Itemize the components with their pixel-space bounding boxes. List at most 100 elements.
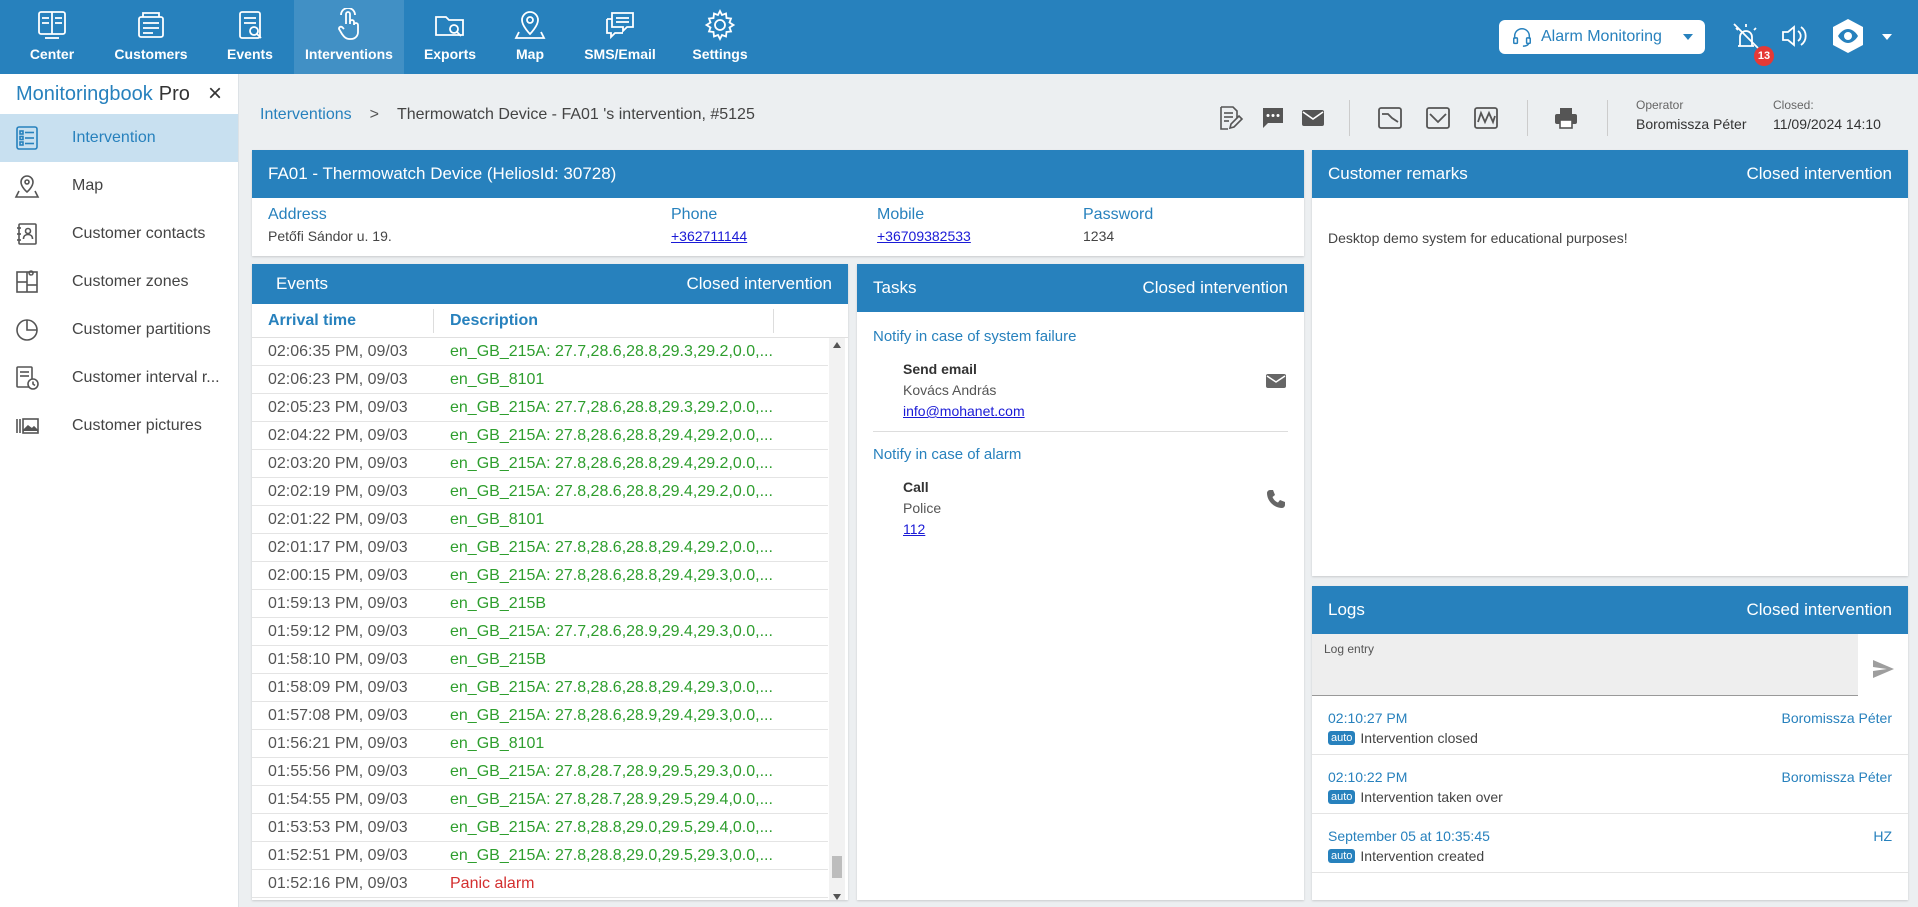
send-icon[interactable] [1870,656,1896,682]
nav-center[interactable]: Center [8,0,96,74]
phone-icon[interactable] [1264,487,1288,511]
table-row[interactable]: 01:59:13 PM, 09/03 en_GB_215B [252,590,828,618]
event-arrival-time: 01:56:21 PM, 09/03 [268,734,408,752]
log-time: 02:10:22 PM [1328,769,1408,785]
sidebar-item-label: Map [72,177,104,194]
device-panel: FA01 - Thermowatch Device (HeliosId: 307… [252,150,1304,256]
map-icon [514,11,546,39]
nav-interventions[interactable]: Interventions [294,0,404,74]
close-icon[interactable]: × [208,82,228,106]
nav-exports[interactable]: Exports [404,0,496,74]
event-description: en_GB_215A: 27.8,28.6,28.8,29.4,29.2,0.0… [450,538,773,556]
edit-note-icon[interactable] [1216,104,1244,132]
log-time: 02:10:27 PM [1328,710,1408,726]
nav-customers[interactable]: Customers [96,0,206,74]
scroll-thumb[interactable] [832,856,842,878]
log-entry-input[interactable]: Log entry [1312,634,1858,696]
closed-label: Closed: [1773,98,1814,112]
profile-logo-icon[interactable] [1828,16,1868,56]
table-row[interactable]: 02:01:17 PM, 09/03 en_GB_215A: 27.8,28.6,… [252,534,828,562]
table-row[interactable]: 01:57:08 PM, 09/03 en_GB_215A: 27.8,28.6,… [252,702,828,730]
sidebar-item-map[interactable]: Map [0,162,238,210]
event-description: en_GB_215A: 27.8,28.8,29.0,29.5,29.4,0.0… [450,818,773,836]
sidebar-item-label: Customer zones [72,273,189,290]
table-row[interactable]: 01:55:56 PM, 09/03 en_GB_215A: 27.8,28.7,… [252,758,828,786]
table-row[interactable]: 01:59:12 PM, 09/03 en_GB_215A: 27.7,28.6,… [252,618,828,646]
toolbar-divider [1527,100,1528,136]
col-arrival-time[interactable]: Arrival time [252,308,434,333]
table-row[interactable]: 02:03:20 PM, 09/03 en_GB_215A: 27.8,28.6,… [252,450,828,478]
scroll-down-icon[interactable] [833,894,841,900]
profile-chevron-icon[interactable] [1882,34,1892,40]
sidebar-item-customer-contacts[interactable]: Customer contacts [0,210,238,258]
events-status: Closed intervention [686,274,832,293]
table-row[interactable]: 01:54:55 PM, 09/03 en_GB_215A: 27.8,28.7,… [252,786,828,814]
event-arrival-time: 01:52:16 PM, 09/03 [268,874,408,892]
scroll-up-icon[interactable] [833,342,841,348]
breadcrumb-link-interventions[interactable]: Interventions [260,106,352,124]
interval-icon [16,366,39,390]
table-row[interactable]: 02:02:19 PM, 09/03 en_GB_215A: 27.8,28.6,… [252,478,828,506]
table-row[interactable]: 01:52:16 PM, 09/03 Panic alarm [252,870,828,898]
volume-icon[interactable] [1778,20,1810,52]
events-scrollbar[interactable] [829,338,845,900]
event-arrival-time: 01:58:10 PM, 09/03 [268,650,408,668]
sidebar-item-customer-partitions[interactable]: Customer partitions [0,306,238,354]
address-label: Address [268,206,327,223]
table-row[interactable]: 01:52:51 PM, 09/03 en_GB_215A: 27.8,28.8,… [252,842,828,870]
sidebar-item-customer-zones[interactable]: Customer zones [0,258,238,306]
tasks-title: Tasks [873,278,917,297]
contacts-icon [17,223,37,245]
nav-center-label: Center [29,46,75,62]
event-description: en_GB_8101 [450,370,545,388]
mail-icon[interactable] [1264,369,1288,393]
print-icon[interactable] [1552,104,1580,132]
chart-down-icon[interactable] [1376,104,1404,132]
auto-tag: auto [1328,849,1356,863]
address-field: Address Petőfi Sándor u. 19. [268,206,671,244]
mail-icon[interactable] [1299,104,1327,132]
log-entry-label: Log entry [1324,642,1375,656]
table-row[interactable]: 02:06:35 PM, 09/03 en_GB_215A: 27.7,28.6,… [252,338,828,366]
table-row[interactable]: 01:58:09 PM, 09/03 en_GB_215A: 27.8,28.6,… [252,674,828,702]
top-navbar: Center Customers Events Interventions Ex… [0,0,1918,74]
table-row[interactable]: 02:05:23 PM, 09/03 en_GB_215A: 27.7,28.6,… [252,394,828,422]
table-row[interactable]: 02:00:15 PM, 09/03 en_GB_215A: 27.8,28.6,… [252,562,828,590]
alarm-monitoring-select[interactable]: Alarm Monitoring [1499,20,1705,54]
chat-icon[interactable] [1259,104,1287,132]
remarks-status: Closed intervention [1746,164,1892,183]
col-description[interactable]: Description [434,308,774,333]
table-row[interactable]: 02:06:23 PM, 09/03 en_GB_8101 [252,366,828,394]
password-field: Password 1234 [1083,206,1153,244]
table-row[interactable]: 02:04:22 PM, 09/03 en_GB_215A: 27.8,28.6,… [252,422,828,450]
task-phone-link[interactable]: 112 [903,521,925,537]
chart-valley-icon[interactable] [1424,104,1452,132]
brand-sub: Pro [158,82,190,105]
event-description: en_GB_215A: 27.8,28.8,29.0,29.5,29.3,0.0… [450,846,773,864]
sidebar-item-customer-pictures[interactable]: Customer pictures [0,402,238,450]
table-row[interactable]: 02:01:22 PM, 09/03 en_GB_8101 [252,506,828,534]
operator-label: Operator [1636,98,1684,112]
task-divider [873,431,1288,432]
table-row[interactable]: 01:53:53 PM, 09/03 en_GB_215A: 27.8,28.8,… [252,814,828,842]
toolbar-divider [1349,100,1350,136]
chart-wave-icon[interactable] [1472,104,1500,132]
task-email-link[interactable]: info@mohanet.com [903,403,1025,419]
mobile-link[interactable]: +36709382533 [877,228,971,244]
event-description: en_GB_215A: 27.8,28.7,28.9,29.5,29.3,0.0… [450,762,773,780]
event-arrival-time: 02:01:22 PM, 09/03 [268,510,408,528]
nav-map[interactable]: Map [496,0,564,74]
table-row[interactable]: 01:56:21 PM, 09/03 en_GB_8101 [252,730,828,758]
nav-settings[interactable]: Settings [676,0,764,74]
table-row[interactable]: 01:58:10 PM, 09/03 en_GB_215B [252,646,828,674]
address-value: Petőfi Sándor u. 19. [268,228,392,244]
phone-link[interactable]: +362711144 [671,228,747,244]
auto-tag: auto [1328,731,1356,745]
nav-settings-label: Settings [692,46,748,62]
nav-events[interactable]: Events [206,0,294,74]
events-panel: Events Closed intervention Arrival time … [252,264,848,900]
sidebar-item-customer-interval[interactable]: Customer interval r... [0,354,238,402]
center-icon [38,11,66,39]
nav-sms-email[interactable]: SMS/Email [564,0,676,74]
sidebar-item-intervention[interactable]: Intervention [0,114,238,162]
